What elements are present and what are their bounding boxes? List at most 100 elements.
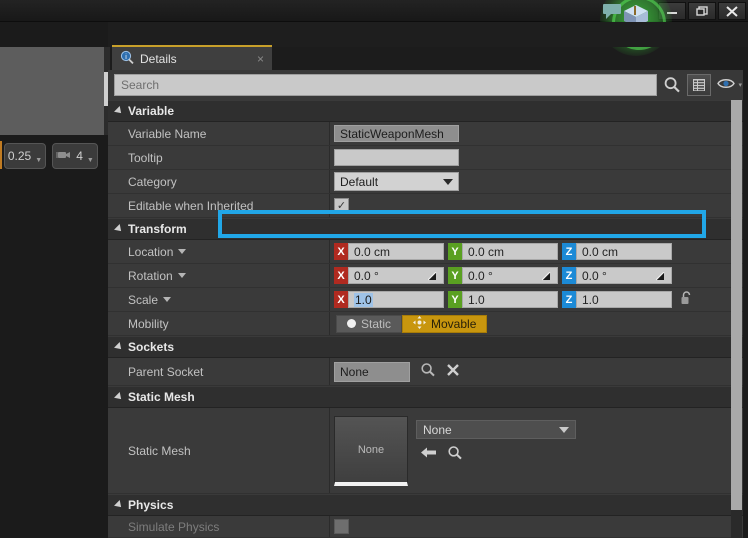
row-control: None (330, 358, 748, 385)
panel-right-edge (743, 70, 748, 538)
close-icon[interactable]: × (257, 52, 264, 66)
section-variable-label: Variable (128, 104, 175, 118)
eye-icon[interactable] (717, 77, 736, 93)
tooltip-input[interactable] (334, 149, 459, 166)
scale-x-group: X 1.0 (334, 291, 444, 308)
variable-name-input[interactable]: StaticWeaponMesh (334, 125, 459, 142)
mobility-movable-button[interactable]: Movable (402, 314, 488, 333)
rotation-drag-icon[interactable] (427, 271, 438, 281)
scale-z-input[interactable]: 1.0 (576, 291, 672, 308)
rotation-y-input[interactable]: 0.0 ° (462, 267, 558, 284)
viewport-accent-tick (0, 141, 2, 169)
location-y-input[interactable]: 0.0 cm (462, 243, 558, 260)
row-variable-name: Variable Name StaticWeaponMesh (108, 122, 748, 146)
simulate-physics-checkbox[interactable] (334, 519, 349, 534)
rotation-z-input[interactable]: 0.0 ° (576, 267, 672, 284)
section-static-mesh[interactable]: Static Mesh (108, 386, 748, 408)
window-controls (658, 2, 746, 20)
section-sockets[interactable]: Sockets (108, 336, 748, 358)
details-scrollbar-thumb[interactable] (731, 100, 742, 510)
magnifier-icon[interactable] (663, 76, 681, 94)
row-category: Category Default (108, 170, 748, 194)
location-x-group: X 0.0 cm (334, 243, 444, 260)
section-transform-label: Transform (128, 222, 187, 236)
static-mesh-dropdown[interactable]: None (416, 420, 576, 439)
row-control: StaticWeaponMesh (330, 122, 748, 145)
restore-button[interactable] (688, 2, 716, 20)
chevron-down-icon: ▼ (35, 156, 43, 164)
section-physics[interactable]: Physics (108, 494, 748, 516)
axis-z-tag: Z (562, 267, 576, 284)
row-control: Static Movable (330, 312, 748, 335)
static-mesh-value: None (423, 422, 452, 437)
row-label: Scale (108, 288, 330, 311)
category-dropdown[interactable]: Default (334, 172, 459, 191)
chevron-down-icon (443, 178, 453, 185)
location-y-group: Y 0.0 cm (448, 243, 558, 260)
section-transform[interactable]: Transform (108, 218, 748, 240)
visibility-dropdown[interactable]: ▾ (717, 77, 742, 93)
row-editable-when-inherited: Editable when Inherited ✓ (108, 194, 748, 218)
mobility-static-button[interactable]: Static (336, 314, 403, 333)
chevron-down-icon[interactable] (178, 249, 187, 254)
move-arrows-icon (413, 315, 427, 332)
scale-x-value: 1.0 (354, 292, 373, 307)
row-label: Editable when Inherited (108, 194, 330, 217)
row-tooltip: Tooltip (108, 146, 748, 170)
row-control: X 0.0 cm Y 0.0 cm Z 0.0 cm (330, 240, 748, 263)
close-button[interactable] (718, 2, 746, 20)
row-static-mesh: Static Mesh None None (108, 408, 748, 494)
rotation-label: Rotation (128, 268, 173, 283)
camera-speed-widget[interactable]: 4 ▼ (52, 143, 98, 169)
grid-view-button[interactable] (687, 74, 712, 96)
rotation-z-group: Z 0.0 ° (562, 267, 672, 284)
scale-label: Scale (128, 292, 159, 307)
magnifier-icon[interactable] (420, 362, 436, 381)
arrow-left-icon[interactable] (420, 445, 437, 464)
scale-z-group: Z 1.0 (562, 291, 672, 308)
row-control: X 0.0 ° Y 0.0 ° Z 0.0 ° (330, 264, 748, 287)
axis-y-tag: Y (448, 291, 462, 308)
editable-when-inherited-checkbox[interactable]: ✓ (334, 198, 349, 213)
row-location: Location X 0.0 cm Y 0.0 cm Z 0.0 cm (108, 240, 748, 264)
collapse-triangle-icon (114, 392, 124, 402)
section-variable[interactable]: Variable (108, 100, 748, 122)
scale-y-input[interactable]: 1.0 (462, 291, 558, 308)
row-rotation: Rotation X 0.0 ° Y 0.0 ° Z 0.0 ° (108, 264, 748, 288)
search-input[interactable]: Search (114, 74, 658, 96)
location-x-input[interactable]: 0.0 cm (348, 243, 444, 260)
row-control: X 1.0 Y 1.0 Z 1.0 (330, 288, 748, 311)
rotation-drag-icon[interactable] (541, 271, 552, 281)
rotation-drag-icon[interactable] (655, 271, 666, 281)
tab-details[interactable]: i Details × (112, 45, 272, 70)
static-mesh-thumbnail[interactable]: None (334, 416, 408, 486)
parent-socket-input[interactable]: None (334, 361, 410, 382)
scale-x-input[interactable]: 1.0 (348, 291, 444, 308)
chevron-down-icon[interactable]: ▾ (738, 81, 742, 89)
chevron-down-icon: ▼ (86, 156, 94, 164)
section-physics-label: Physics (128, 498, 174, 512)
mobility-movable-label: Movable (431, 316, 477, 331)
location-z-input[interactable]: 0.0 cm (576, 243, 672, 260)
chevron-down-icon[interactable] (177, 273, 186, 278)
section-static-mesh-label: Static Mesh (128, 390, 195, 404)
axis-z-tag: Z (562, 291, 576, 308)
magnifier-icon[interactable] (447, 445, 463, 464)
row-control: Default (330, 170, 748, 193)
row-label: Location (108, 240, 330, 263)
row-label: Variable Name (108, 122, 330, 145)
rotation-z-value: 0.0 ° (582, 268, 607, 283)
close-x-icon[interactable] (446, 363, 460, 380)
chevron-down-icon[interactable] (163, 297, 172, 302)
rotation-x-input[interactable]: 0.0 ° (348, 267, 444, 284)
row-control (330, 516, 748, 537)
grid-snap-value: 0.25 (7, 149, 32, 163)
row-label: Simulate Physics (108, 516, 330, 537)
collapse-triangle-icon (114, 342, 124, 352)
row-label: Mobility (108, 312, 330, 335)
collapse-triangle-icon (114, 500, 124, 510)
grid-snap-widget[interactable]: 0.25 ▼ (4, 143, 46, 169)
lock-open-icon[interactable] (680, 290, 693, 309)
minimize-button[interactable] (658, 2, 686, 20)
static-dot-icon (347, 319, 356, 328)
